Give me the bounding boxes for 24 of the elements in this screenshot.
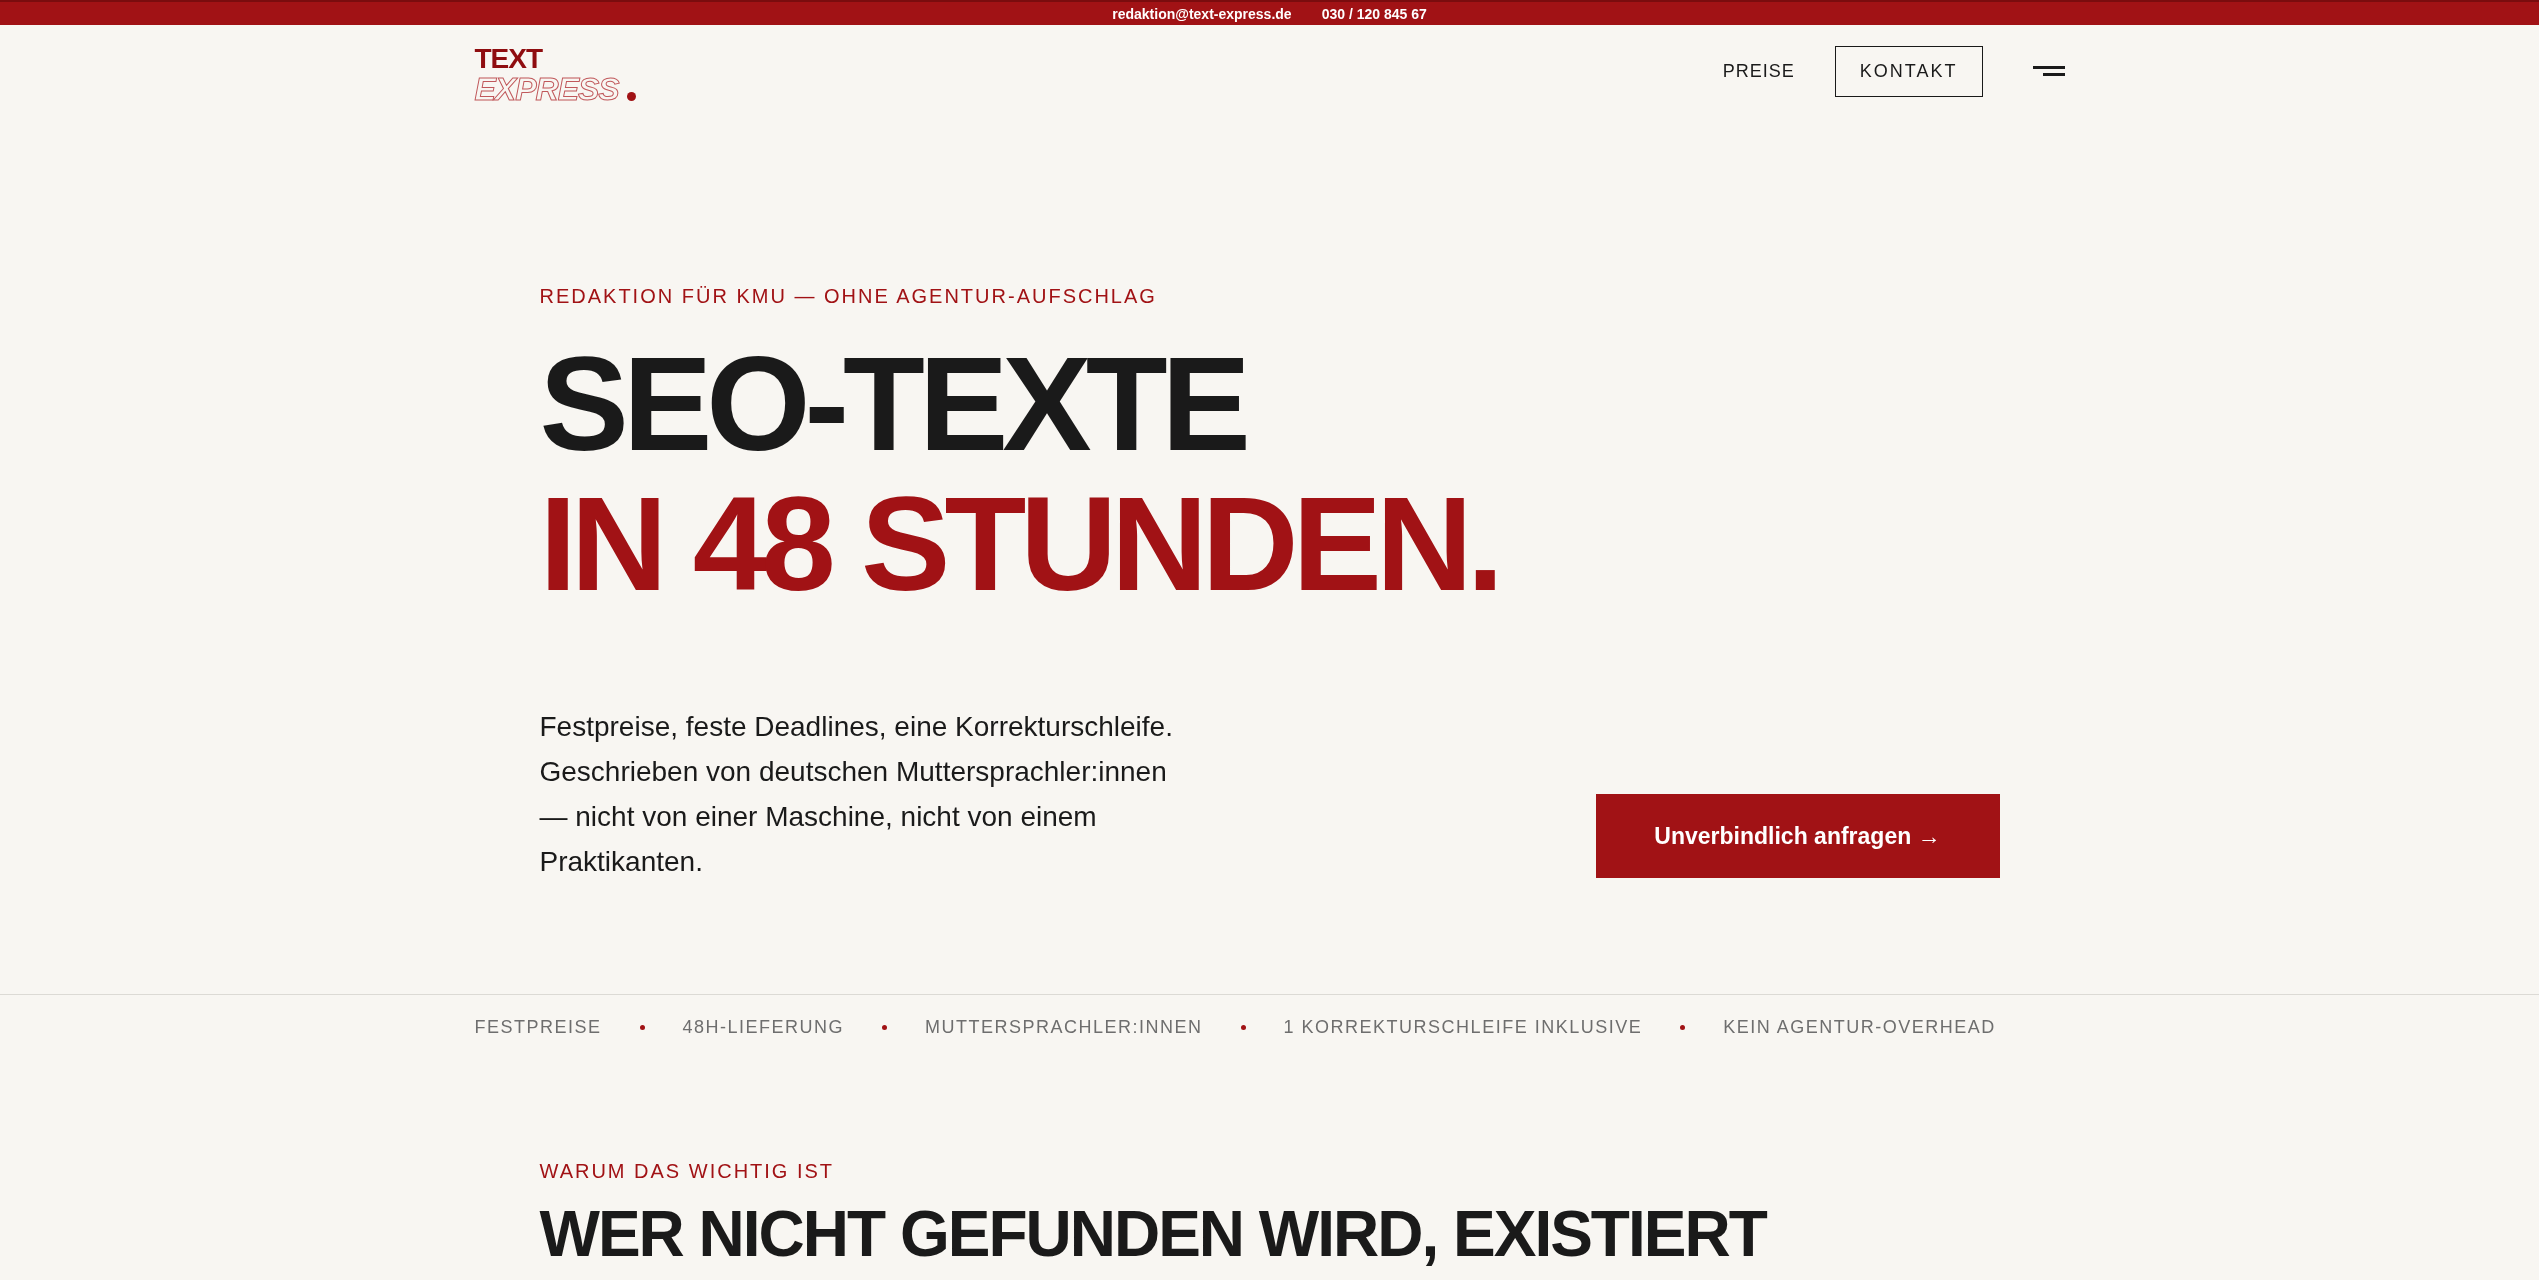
bullet-icon: [1240, 1025, 1246, 1030]
feature-label: MUTTERSPRACHLER:INNEN: [925, 1017, 1203, 1038]
contact-button[interactable]: KONTAKT: [1834, 45, 1983, 97]
section-heading: WER NICHT GEFUNDEN WIRD, EXISTIERT: [539, 1199, 1768, 1270]
email-link[interactable]: redaktion@text-express.de: [1112, 5, 1292, 22]
logo-dot-icon: [626, 92, 636, 101]
feature-label: 1 KORREKTURSCHLEIFE INKLUSIVE: [1283, 1017, 1643, 1038]
eyebrow-text: REDAKTION FÜR KMU — OHNE AGENTUR-AUFSCHLAG: [539, 285, 1158, 308]
menu-icon[interactable]: [2032, 64, 2065, 78]
headline: IN 48 STUNDEN.: [539, 474, 1499, 614]
headline: SEO-TEXTE: [539, 334, 1247, 474]
feature-label: FESTPREISE: [474, 1017, 602, 1038]
bullet-icon: [882, 1025, 888, 1030]
nav-link[interactable]: PREISE: [1722, 60, 1795, 82]
intro-paragraph: Festpreise, feste Deadlines, eine Korrekturschleife. Geschrieben von deutschen Muttersprachler:innen — nicht von einer Maschine, nicht von einem Praktikanten.: [539, 710, 1174, 879]
bullet-icon: [1680, 1025, 1686, 1030]
inquiry-button[interactable]: Unverbindlich anfragen →: [1595, 794, 2000, 878]
bullet-icon: [639, 1025, 645, 1030]
feature-label: KEIN AGENTUR-OVERHEAD: [1723, 1017, 1996, 1038]
phone-number[interactable]: 030 / 120 845 67: [1321, 5, 1427, 22]
logo-text[interactable]: EXPRESS: [474, 73, 619, 105]
feature-label: 48H-LIEFERUNG: [682, 1017, 845, 1038]
logo-text[interactable]: TEXT: [474, 45, 636, 73]
eyebrow-text: WARUM DAS WICHTIG IST: [539, 1160, 836, 1183]
